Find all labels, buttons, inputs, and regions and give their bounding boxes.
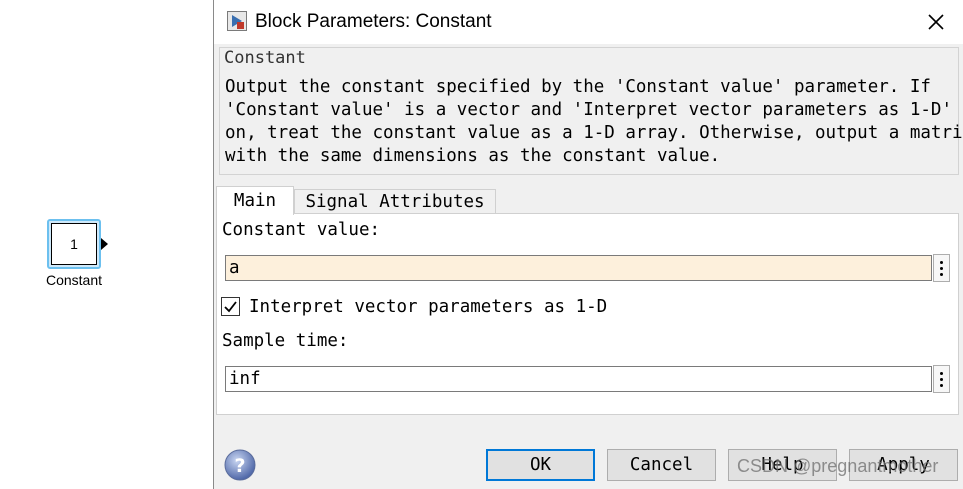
ok-button[interactable]: OK: [486, 449, 595, 481]
constant-block[interactable]: 1: [47, 219, 108, 271]
sample-time-input[interactable]: inf: [225, 366, 932, 392]
constant-value-more-button[interactable]: [933, 254, 950, 282]
interpret-1d-label[interactable]: Interpret vector parameters as 1-D: [249, 297, 607, 317]
group-label: Constant: [224, 48, 306, 68]
description-line: on, treat the constant value as a 1-D ar…: [225, 123, 963, 143]
close-icon: [928, 14, 944, 30]
block-value: 1: [51, 223, 97, 265]
more-dots-icon: [940, 371, 943, 375]
checkmark-icon: [224, 301, 237, 313]
block-description: Output the constant specified by the 'Co…: [225, 76, 963, 168]
close-button[interactable]: [920, 8, 952, 36]
block-parameters-dialog: Block Parameters: Constant Constant Outp…: [213, 0, 963, 489]
sample-time-label: Sample time:: [222, 331, 349, 351]
dialog-title: Block Parameters: Constant: [255, 11, 492, 32]
output-port-icon[interactable]: [101, 238, 108, 250]
constant-value-input[interactable]: a: [225, 255, 932, 281]
help-icon[interactable]: ?: [224, 449, 256, 481]
watermark: CSDN @pregnantmother: [737, 456, 939, 476]
constant-value-label: Constant value:: [222, 220, 381, 240]
description-line: with the same dimensions as the constant…: [225, 146, 721, 166]
block-name-label[interactable]: Constant: [38, 272, 110, 288]
title-bar[interactable]: Block Parameters: Constant: [214, 0, 963, 44]
svg-text:?: ?: [234, 455, 245, 477]
description-line: Output the constant specified by the 'Co…: [225, 77, 931, 97]
more-dots-icon: [940, 260, 943, 264]
simulink-block-icon: [227, 11, 247, 31]
tab-signal-attributes[interactable]: Signal Attributes: [294, 189, 496, 214]
interpret-1d-checkbox[interactable]: [221, 297, 240, 316]
cancel-button[interactable]: Cancel: [607, 449, 716, 481]
sample-time-more-button[interactable]: [933, 365, 950, 393]
tab-main[interactable]: Main: [216, 186, 294, 215]
description-line: 'Constant value' is a vector and 'Interp…: [225, 100, 963, 120]
